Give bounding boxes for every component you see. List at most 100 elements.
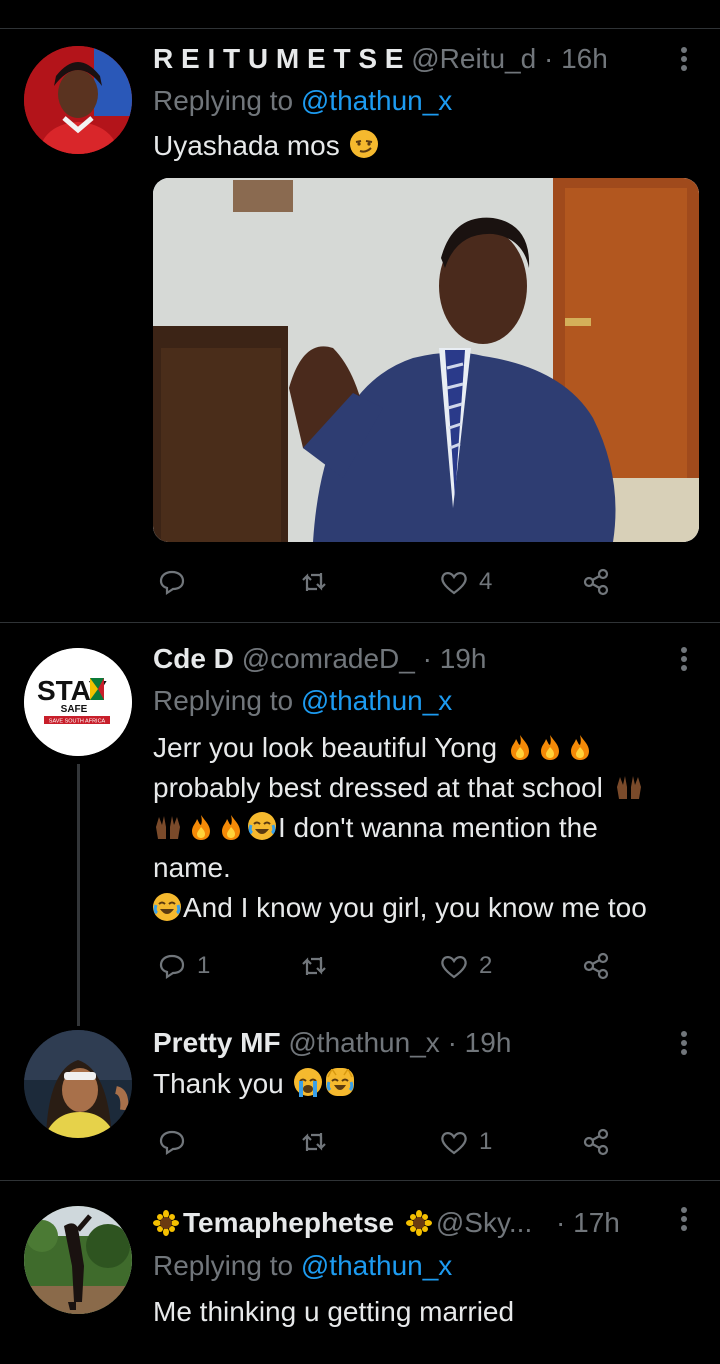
tweet-line-row: And I know you girl, you know me too — [153, 888, 647, 928]
replying-to: Replying to @thathun_x — [153, 84, 452, 118]
like-icon — [441, 572, 467, 595]
like-icon — [441, 956, 467, 979]
share-icon — [583, 568, 609, 596]
tweet-text: Me thinking u getting married — [153, 1292, 514, 1332]
separator-dot: · — [556, 1207, 566, 1238]
like-button[interactable]: 4 — [439, 564, 492, 600]
author-name[interactable]: Cde D — [153, 643, 234, 674]
tweet-text: Thank you — [153, 1064, 356, 1104]
tweet-header: Temaphephetse @Sky... · 17h — [153, 1206, 620, 1240]
reply-button[interactable] — [157, 564, 187, 600]
share-button[interactable] — [581, 1124, 611, 1160]
tweet-line-row: probably best dressed at that school — [153, 768, 647, 808]
sunflower-emoji-icon — [405, 1210, 432, 1236]
mention-link[interactable]: @thathun_x — [301, 1250, 452, 1281]
avatar[interactable] — [24, 1030, 132, 1138]
raising-hands-emoji-icon — [156, 816, 180, 839]
author-name[interactable]: R E I T U M E T S E — [153, 43, 403, 74]
retweet-button[interactable] — [299, 1124, 329, 1160]
avatar[interactable] — [24, 46, 132, 154]
tweet-line: And I know you girl, you know me too — [183, 892, 647, 923]
avatar[interactable] — [24, 1206, 132, 1314]
joy-emoji-icon — [248, 812, 276, 840]
tweet-text: Jerr you look beautiful Yong probably be… — [153, 728, 647, 928]
like-count: 2 — [479, 952, 493, 979]
author-handle[interactable]: @thathun_x — [288, 1027, 439, 1058]
timestamp[interactable]: 17h — [573, 1207, 620, 1238]
replying-to-label: Replying to — [153, 1250, 294, 1281]
retweet-button[interactable] — [299, 564, 329, 600]
raising-hands-emoji-icon — [616, 776, 641, 799]
more-icon[interactable] — [672, 1026, 696, 1068]
more-icon[interactable] — [672, 1202, 696, 1244]
replying-to-label: Replying to — [153, 85, 294, 116]
reply-button[interactable]: 1 — [157, 948, 210, 984]
retweet-icon — [302, 957, 326, 975]
tweet-line-row: name. — [153, 848, 647, 888]
mention-link[interactable]: @thathun_x — [301, 85, 452, 116]
share-button[interactable] — [581, 948, 611, 984]
reply-icon — [159, 1130, 185, 1156]
share-icon — [583, 952, 609, 980]
fire-emoji-icon — [570, 735, 589, 760]
tweet[interactable]: Temaphephetse @Sky... · 17h Replying to … — [0, 1180, 720, 1364]
tweet-line: probably best dressed at that school — [153, 772, 603, 803]
share-button[interactable] — [581, 564, 611, 600]
tweet-line-row: Jerr you look beautiful Yong — [153, 728, 647, 768]
joy-cat-emoji-icon — [325, 1067, 354, 1096]
avatar-logo-subtext: SAFE — [61, 704, 88, 715]
author-handle[interactable]: @Sky... — [436, 1207, 532, 1238]
tweet-actions: 4 — [153, 564, 633, 600]
replying-to: Replying to @thathun_x — [153, 684, 452, 718]
like-count: 4 — [479, 568, 493, 595]
more-icon[interactable] — [672, 42, 696, 84]
more-icon[interactable] — [672, 642, 696, 684]
tweet-line: Me thinking u getting married — [153, 1296, 515, 1327]
fire-emoji-icon — [222, 815, 240, 840]
timestamp[interactable]: 19h — [440, 643, 487, 674]
tweet-line-row: I don't wanna mention the — [153, 808, 647, 848]
tweet-line: I don't wanna mention the — [278, 812, 598, 843]
fire-emoji-icon — [192, 815, 210, 840]
reply-icon — [159, 570, 185, 596]
like-button[interactable]: 2 — [439, 948, 492, 984]
tweet-media[interactable] — [153, 178, 699, 542]
retweet-icon — [302, 1133, 326, 1151]
retweet-button[interactable] — [299, 948, 329, 984]
reply-count: 1 — [197, 952, 211, 979]
timestamp[interactable]: 19h — [465, 1027, 512, 1058]
like-count: 1 — [479, 1128, 493, 1155]
tweet-line: Thank you — [153, 1068, 284, 1099]
author-handle[interactable]: @comradeD_ — [242, 643, 415, 674]
joy-emoji-icon — [153, 892, 181, 921]
tweet-actions: 1 2 — [153, 948, 633, 984]
avatar[interactable]: STAY SAFE SAVE SOUTH AFRICA — [24, 648, 132, 756]
tweet[interactable]: Pretty MF @thathun_x · 19h Thank you 1 — [0, 1022, 720, 1180]
separator-dot: · — [447, 1027, 457, 1058]
tweet[interactable]: R E I T U M E T S E @Reitu_d · 16h Reply… — [0, 0, 720, 622]
mention-link[interactable]: @thathun_x — [301, 685, 452, 716]
avatar-logo-tag: SAVE SOUTH AFRICA — [49, 719, 106, 725]
separator-dot: · — [422, 643, 432, 674]
tweet-header: Pretty MF @thathun_x · 19h — [153, 1026, 511, 1060]
retweet-icon — [302, 573, 326, 591]
tweet-line: Uyashada mos — [153, 130, 340, 161]
fire-emoji-icon — [510, 735, 529, 760]
timestamp[interactable]: 16h — [561, 43, 608, 74]
reply-button[interactable] — [157, 1124, 187, 1160]
separator-dot: · — [543, 43, 554, 74]
replying-to: Replying to @thathun_x — [153, 1249, 452, 1283]
author-handle[interactable]: @Reitu_d — [411, 43, 536, 74]
fire-emoji-icon — [540, 735, 559, 760]
thread-line — [77, 764, 80, 1026]
like-icon — [441, 1132, 467, 1155]
author-name[interactable]: Temaphephetse — [183, 1207, 394, 1238]
author-name[interactable]: Pretty MF — [153, 1027, 281, 1058]
tweet[interactable]: STAY SAFE SAVE SOUTH AFRICA Cde D @comra… — [0, 622, 720, 1026]
tweet-text: Uyashada mos — [153, 126, 380, 166]
like-button[interactable]: 1 — [439, 1124, 492, 1160]
crying-emoji-icon — [293, 1068, 322, 1097]
share-icon — [583, 1128, 609, 1156]
tweet-line: Jerr you look beautiful Yong — [153, 732, 498, 763]
tweet-header: Cde D @comradeD_ · 19h — [153, 642, 486, 676]
